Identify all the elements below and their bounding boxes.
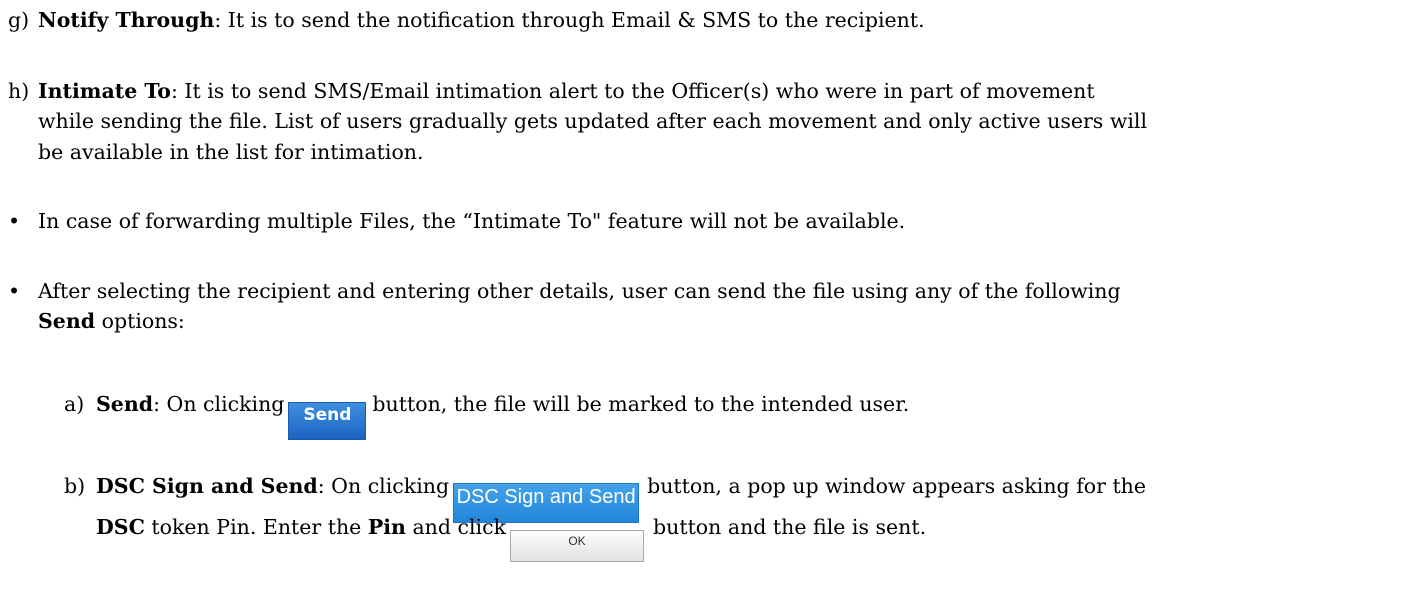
ok-button[interactable]: OK (510, 530, 644, 562)
send-button[interactable]: Send (288, 402, 367, 440)
option-b-term: DSC Sign and Send (96, 474, 318, 498)
bullet-2-line-2: Send options: (38, 308, 185, 334)
option-a-marker: a) (64, 392, 85, 416)
bullet-1-text: In case of forwarding multiple Files, th… (38, 209, 906, 233)
item-h-line-2: while sending the file. List of users gr… (38, 109, 1148, 133)
option-b-post: button, a pop up window appears asking f… (647, 474, 1147, 498)
bullet-2-rest: options: (95, 309, 185, 333)
option-a-pre: : On clicking (153, 392, 285, 416)
option-a-term: Send (96, 392, 154, 416)
option-b-pre: : On clicking (317, 474, 450, 498)
item-g-term: Notify Through (38, 8, 215, 32)
option-b-line-2: DSC token Pin. Enter the Pin and clickOK… (96, 514, 926, 562)
option-b-mid: token Pin. Enter the (144, 515, 368, 539)
option-b-line2-post: button and the file is sent. (653, 515, 927, 539)
bullet-icon: • (8, 279, 21, 303)
option-b-pin-term: Pin (367, 515, 406, 539)
item-g-marker: g) (8, 8, 30, 32)
item-h-term: Intimate To (38, 79, 171, 103)
bullet-icon: • (8, 209, 21, 233)
item-g-text: : It is to send the notification through… (214, 8, 925, 32)
item-h-line-3: be available in the list for intimation. (38, 140, 424, 164)
option-b-marker: b) (64, 474, 86, 498)
option-b-pre-btn: and click (405, 515, 506, 539)
item-h-text-1: : It is to send SMS/Email intimation ale… (170, 79, 1095, 103)
option-b-dsc-term: DSC (96, 515, 145, 539)
bullet-2-term: Send (38, 309, 96, 333)
bullet-2-line-1: After selecting the recipient and enteri… (38, 279, 1121, 303)
option-a-line: Send: On clicking Send button, the file wi… (96, 391, 909, 440)
document-page: g) Notify Through: It is to send the not… (0, 0, 1419, 592)
item-h-marker: h) (8, 79, 30, 103)
item-h-line-1: Intimate To: It is to send SMS/Email int… (38, 78, 1095, 104)
item-g-line: Notify Through: It is to send the notifi… (38, 7, 925, 33)
option-a-post: button, the file will be marked to the i… (372, 392, 910, 416)
